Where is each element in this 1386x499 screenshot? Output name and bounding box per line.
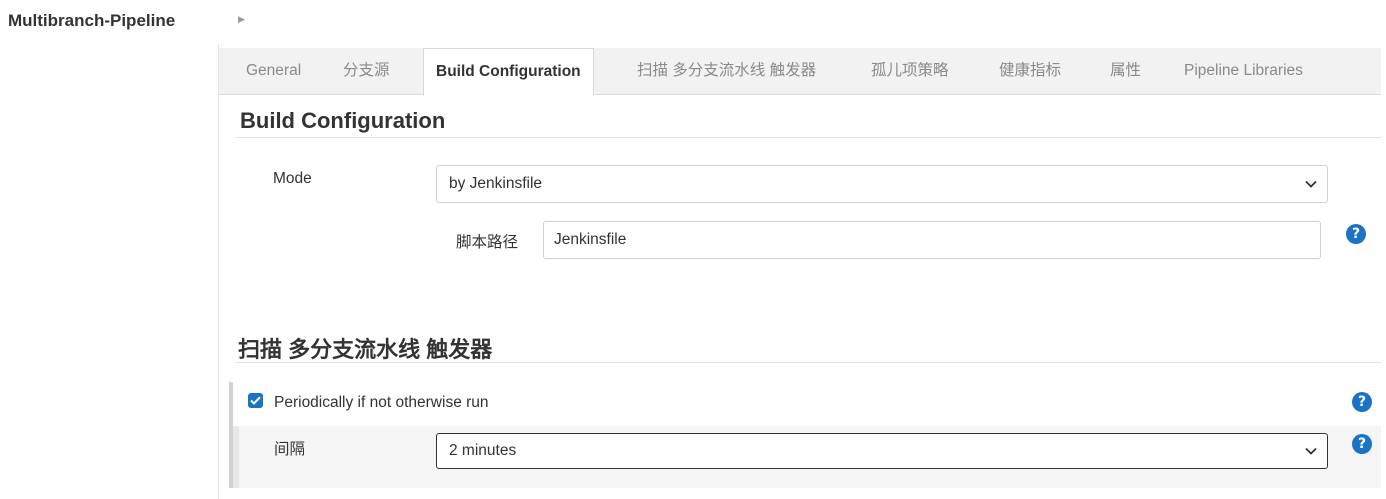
chevron-down-icon bbox=[1305, 434, 1317, 468]
tab-health-metrics[interactable]: 健康指标 bbox=[999, 48, 1061, 95]
tab-properties[interactable]: 属性 bbox=[1110, 48, 1141, 95]
tab-orphan-strategy[interactable]: 孤儿项策略 bbox=[871, 48, 949, 95]
section-title-build-configuration: Build Configuration bbox=[240, 108, 446, 133]
script-path-label: 脚本路径 bbox=[456, 234, 519, 251]
breadcrumb-item-multibranch-pipeline[interactable]: Multibranch-Pipeline bbox=[8, 11, 175, 31]
interval-select-value: 2 minutes bbox=[449, 442, 517, 459]
section-title-scan-trigger: 扫描 多分支流水线 触发器 bbox=[238, 337, 493, 362]
interval-select[interactable]: 2 minutes bbox=[436, 433, 1328, 469]
help-icon[interactable]: ? bbox=[1352, 392, 1372, 412]
interval-indent-bar bbox=[233, 426, 239, 488]
tab-pipeline-libraries[interactable]: Pipeline Libraries bbox=[1184, 48, 1303, 95]
chevron-down-icon bbox=[1305, 166, 1317, 202]
tab-build-configuration[interactable]: Build Configuration bbox=[423, 48, 594, 96]
section-divider bbox=[236, 362, 1381, 363]
config-tab-bar: General 分支源 Build Configuration 扫描 多分支流水… bbox=[219, 48, 1381, 96]
tab-general[interactable]: General bbox=[246, 48, 301, 95]
mode-label: Mode bbox=[273, 170, 312, 187]
help-icon[interactable]: ? bbox=[1352, 434, 1372, 454]
mode-select-value: by Jenkinsfile bbox=[449, 175, 543, 192]
chevron-right-icon[interactable]: ▶ bbox=[238, 14, 245, 25]
periodic-checkbox[interactable] bbox=[248, 393, 263, 408]
section-divider bbox=[236, 137, 1381, 138]
tab-scan-trigger[interactable]: 扫描 多分支流水线 触发器 bbox=[637, 48, 816, 95]
help-icon[interactable]: ? bbox=[1346, 224, 1366, 244]
breadcrumb: Multibranch-Pipeline ▶ bbox=[0, 0, 1386, 44]
script-path-input[interactable]: Jenkinsfile bbox=[543, 221, 1321, 259]
periodic-checkbox-label[interactable]: Periodically if not otherwise run bbox=[274, 394, 489, 412]
mode-select[interactable]: by Jenkinsfile bbox=[436, 165, 1328, 203]
interval-label: 间隔 bbox=[274, 441, 306, 458]
check-icon bbox=[250, 396, 261, 405]
tab-branch-sources[interactable]: 分支源 bbox=[343, 48, 390, 95]
content-divider bbox=[218, 44, 219, 499]
